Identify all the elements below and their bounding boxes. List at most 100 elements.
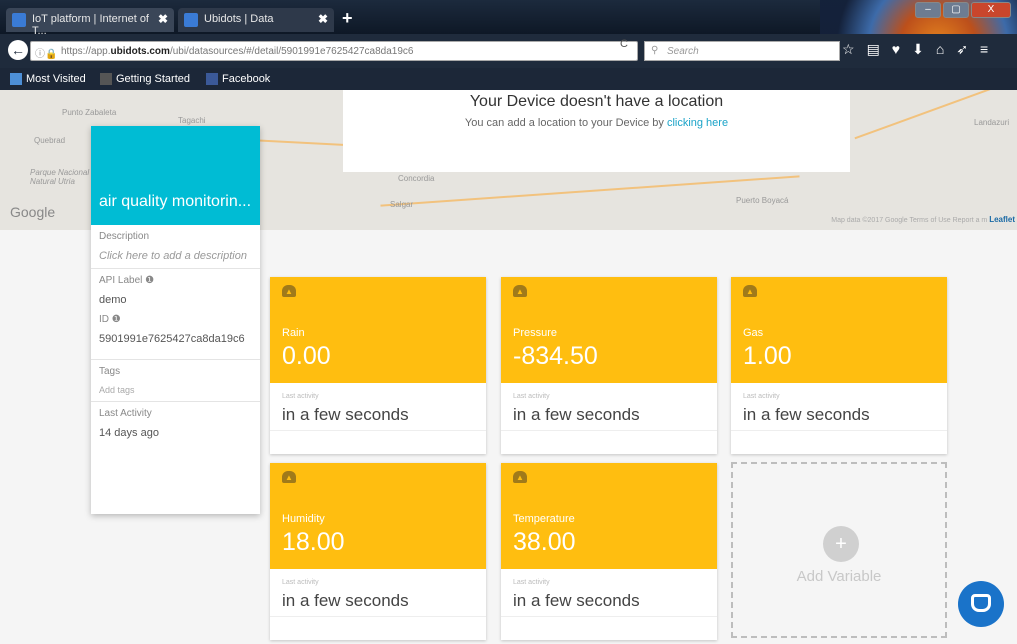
last-activity-value: in a few seconds <box>282 405 409 424</box>
variable-name: Temperature <box>513 513 575 525</box>
last-activity-label: Last activity <box>282 579 319 586</box>
variable-value: 1.00 <box>743 342 792 370</box>
reading-list-icon[interactable]: ▤ <box>867 41 880 58</box>
variable-name: Pressure <box>513 327 558 339</box>
info-icon[interactable]: ❶ <box>145 275 154 286</box>
last-activity-label: Last activity <box>282 393 319 400</box>
last-activity-value: in a few seconds <box>513 405 640 424</box>
ubidots-favicon-icon <box>184 13 198 27</box>
variable-header: ▲ Temperature 38.00 <box>501 463 717 569</box>
map-attribution: Map data ©2017 Google Terms of Use Repor… <box>831 215 1015 224</box>
url-bar[interactable]: ⓘ🔒 https://app.ubidots.com/ubi/datasourc… <box>30 41 638 61</box>
variable-value: 0.00 <box>282 342 331 370</box>
cloud-upload-icon: ▲ <box>282 285 296 297</box>
api-label-label: API Label ❶ <box>99 275 155 286</box>
location-notice: Your Device doesn't have a location You … <box>343 90 850 172</box>
share-icon[interactable]: ➶ <box>956 41 968 58</box>
variable-card-temperature[interactable]: ▲ Temperature 38.00 Last activity in a f… <box>501 463 717 640</box>
divider <box>731 430 947 431</box>
map-label: Punto Zabaleta <box>62 108 117 117</box>
leaflet-link[interactable]: Leaflet <box>989 215 1015 224</box>
tab-iot-platform[interactable]: IoT platform | Internet of T... ✖ <box>6 8 174 37</box>
bookmark-facebook[interactable]: Facebook <box>206 73 270 85</box>
variable-card-pressure[interactable]: ▲ Pressure -834.50 Last activity in a fe… <box>501 277 717 454</box>
api-label-value: demo <box>99 294 127 306</box>
url-prefix: https://app. <box>61 46 111 57</box>
map-label: Tagachi <box>178 116 206 125</box>
description-input[interactable]: Click here to add a description <box>99 250 252 262</box>
map-label: Puerto Boyacá <box>736 196 789 205</box>
bookmarks-bar: Most Visited Getting Started Facebook <box>0 68 1017 90</box>
device-card: air quality monitorin... Description Cli… <box>91 126 260 514</box>
downloads-icon[interactable]: ⬇ <box>912 41 924 58</box>
last-activity-value: 14 days ago <box>99 427 159 439</box>
add-tags-input[interactable]: Add tags <box>99 385 252 395</box>
close-tab-icon[interactable]: ✖ <box>318 12 328 26</box>
last-activity-section: Last Activity 14 days ago <box>91 402 260 453</box>
pocket-icon[interactable]: ♥ <box>892 41 900 58</box>
folder-icon <box>10 73 22 85</box>
close-window-button[interactable]: X <box>971 2 1011 18</box>
maximize-button[interactable]: ▢ <box>943 2 969 18</box>
location-notice-title: Your Device doesn't have a location <box>469 93 724 110</box>
description-section: Description Click here to add a descript… <box>91 225 260 269</box>
mozilla-icon <box>100 73 112 85</box>
bookmark-getting-started[interactable]: Getting Started <box>100 73 190 85</box>
facebook-icon <box>206 73 218 85</box>
last-activity-label: Last activity <box>513 579 550 586</box>
browser-navbar: ← ⓘ🔒 https://app.ubidots.com/ubi/datasou… <box>0 34 1017 68</box>
variable-card-rain[interactable]: ▲ Rain 0.00 Last activity in a few secon… <box>270 277 486 454</box>
cloud-upload-icon: ▲ <box>282 471 296 483</box>
home-icon[interactable]: ⌂ <box>936 41 944 58</box>
bookmark-label: Most Visited <box>26 73 86 85</box>
site-info-icon[interactable]: ⓘ🔒 <box>35 45 57 60</box>
add-location-link[interactable]: clicking here <box>667 117 728 129</box>
variable-header: ▲ Rain 0.00 <box>270 277 486 383</box>
variable-value: 18.00 <box>282 528 345 556</box>
close-tab-icon[interactable]: ✖ <box>158 12 168 26</box>
divider <box>270 616 486 617</box>
last-activity-value: in a few seconds <box>513 591 640 610</box>
variable-name: Rain <box>282 327 305 339</box>
back-arrow-icon[interactable]: ← <box>8 40 28 60</box>
variable-value: 38.00 <box>513 528 576 556</box>
chat-launcher-button[interactable] <box>958 581 1004 627</box>
map-label: Quebrad <box>34 136 66 145</box>
add-icon: + <box>823 526 859 562</box>
bookmark-star-icon[interactable]: ☆ <box>842 41 855 58</box>
api-label-section: API Label ❶ demo ID ❶ 5901991e7625427ca8… <box>91 269 260 360</box>
url-domain: ubidots.com <box>110 46 170 57</box>
tags-label: Tags <box>99 366 121 377</box>
menu-icon[interactable]: ≡ <box>980 41 988 58</box>
map-road <box>854 90 1006 140</box>
divider <box>270 430 486 431</box>
tab-ubidots-data[interactable]: Ubidots | Data ✖ <box>178 8 334 32</box>
map-label: Salgar <box>390 200 414 209</box>
divider <box>501 430 717 431</box>
toolbar-icons: ☆ ▤ ♥ ⬇ ⌂ ➶ ≡ <box>842 41 988 58</box>
variable-card-humidity[interactable]: ▲ Humidity 18.00 Last activity in a few … <box>270 463 486 640</box>
add-variable-label: Add Variable <box>796 568 882 585</box>
search-input[interactable]: ⚲ Search <box>644 41 840 61</box>
id-label: ID ❶ <box>99 314 121 325</box>
reload-icon[interactable]: C <box>620 38 628 50</box>
variable-name: Gas <box>743 327 764 339</box>
ubidots-favicon-icon <box>12 13 26 27</box>
minimize-button[interactable]: – <box>915 2 941 18</box>
last-activity-value: in a few seconds <box>282 591 409 610</box>
bookmark-most-visited[interactable]: Most Visited <box>10 73 86 85</box>
variable-value: -834.50 <box>513 342 598 370</box>
search-icon: ⚲ <box>651 45 659 56</box>
new-tab-button[interactable]: + <box>342 8 353 29</box>
info-icon[interactable]: ❶ <box>112 314 121 325</box>
last-activity-value: in a few seconds <box>743 405 870 424</box>
map-label: Parque Nacional Natural Utria <box>30 168 90 186</box>
variable-card-gas[interactable]: ▲ Gas 1.00 Last activity in a few second… <box>731 277 947 454</box>
device-name[interactable]: air quality monitorin... <box>91 126 260 225</box>
cloud-upload-icon: ▲ <box>743 285 757 297</box>
search-placeholder: Search <box>667 46 699 57</box>
description-label: Description <box>99 231 150 242</box>
add-variable-button[interactable]: + Add Variable <box>731 462 947 638</box>
id-value: 5901991e7625427ca8da19c6 <box>99 333 245 345</box>
last-activity-label: Last activity <box>513 393 550 400</box>
